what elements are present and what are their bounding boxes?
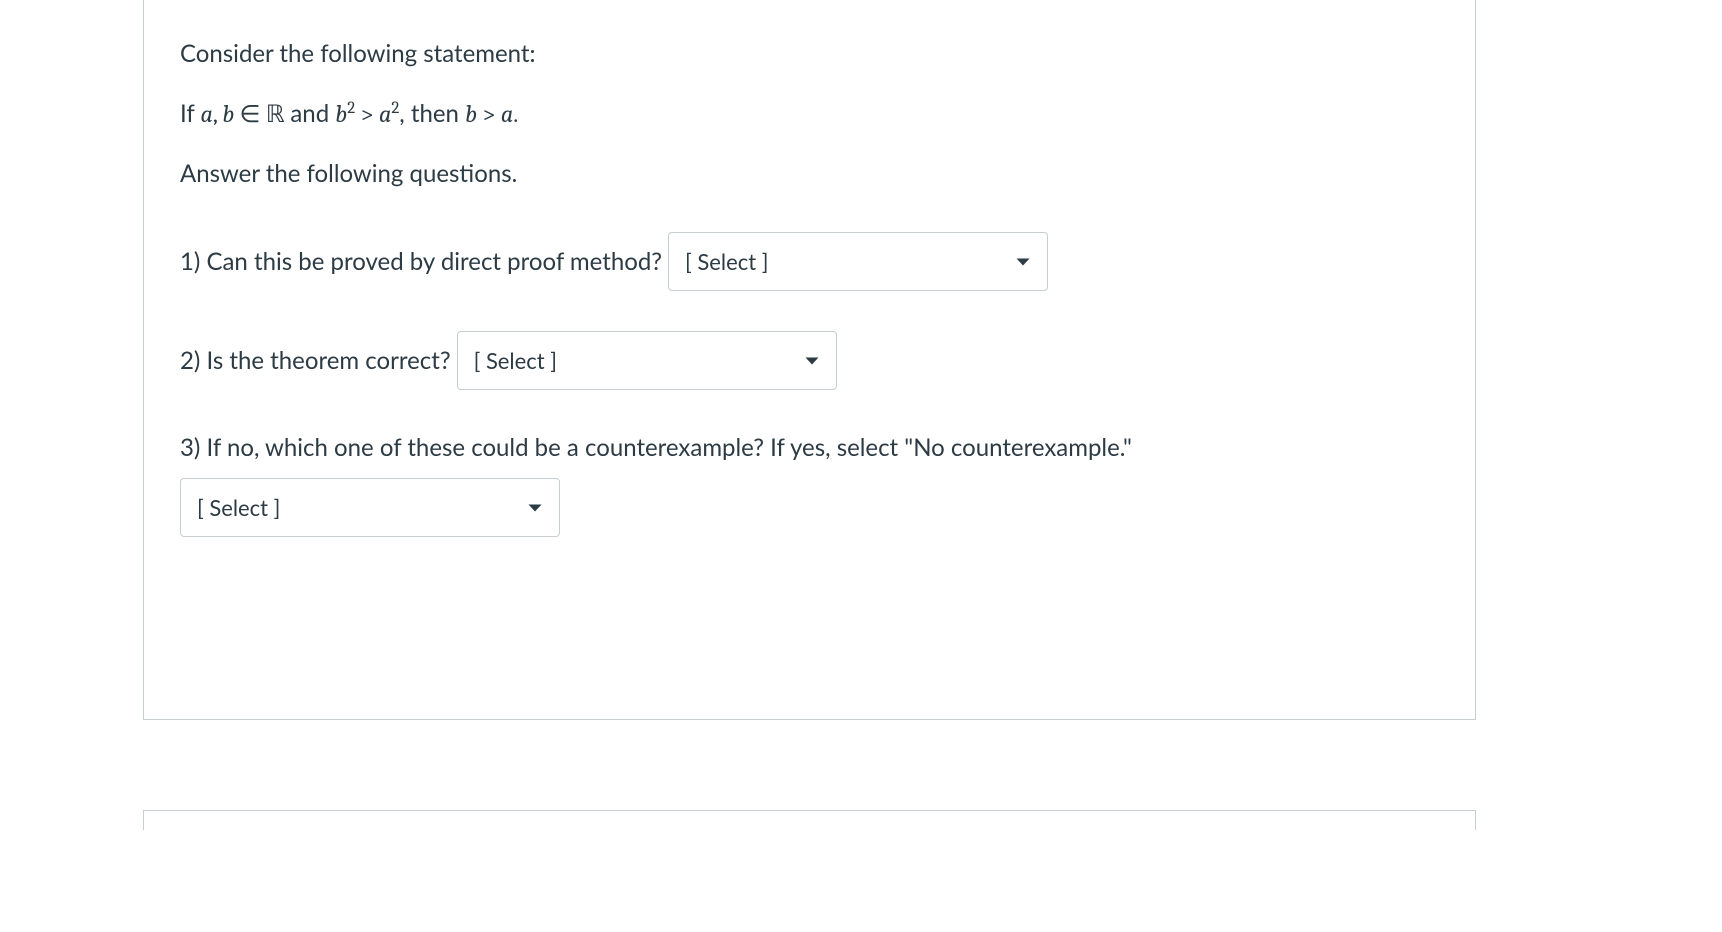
math-gt2: > bbox=[477, 100, 501, 128]
intro-line-1: Consider the following statement: bbox=[180, 36, 1439, 72]
question-card: Consider the following statement: If a , … bbox=[143, 0, 1476, 720]
page-root: Consider the following statement: If a , … bbox=[0, 0, 1722, 932]
question-3-select-placeholder: [ Select ] bbox=[197, 491, 507, 524]
question-1-select[interactable]: [ Select ] bbox=[668, 232, 1048, 291]
math-b2: b bbox=[335, 100, 347, 128]
math-b3: b bbox=[465, 100, 477, 128]
next-card-peek bbox=[143, 810, 1476, 830]
theorem-line: If a, b ∈ ℝ and b2 > a2, then b > a. bbox=[180, 96, 1439, 132]
chevron-down-icon bbox=[527, 500, 543, 516]
math-a2: a bbox=[379, 100, 391, 128]
math-in: ∈ bbox=[234, 100, 265, 128]
math-comma: , bbox=[213, 100, 222, 128]
question-1-label: 1) Can this be proved by direct proof me… bbox=[180, 244, 662, 280]
intro-line-3: Answer the following questions. bbox=[180, 156, 1439, 192]
math-R: ℝ bbox=[266, 100, 285, 128]
question-1-select-placeholder: [ Select ] bbox=[685, 245, 995, 278]
math-b: b bbox=[222, 100, 234, 128]
question-3-label: 3) If no, which one of these could be a … bbox=[180, 430, 1439, 466]
theorem-text: If bbox=[180, 99, 200, 128]
math-gt1: > bbox=[355, 100, 379, 128]
theorem-then: , then bbox=[399, 99, 465, 128]
question-3-select[interactable]: [ Select ] bbox=[180, 478, 560, 537]
statement-block: Consider the following statement: If a , … bbox=[180, 36, 1439, 192]
question-3-row: 3) If no, which one of these could be a … bbox=[180, 430, 1439, 537]
math-sq1: 2 bbox=[347, 99, 355, 118]
chevron-down-icon bbox=[1015, 254, 1031, 270]
question-2-label: 2) Is the theorem correct? bbox=[180, 343, 451, 379]
question-1-row: 1) Can this be proved by direct proof me… bbox=[180, 232, 1439, 291]
chevron-down-icon bbox=[804, 353, 820, 369]
math-a3: a bbox=[501, 100, 513, 128]
question-2-select[interactable]: [ Select ] bbox=[457, 331, 837, 390]
theorem-and: and bbox=[284, 99, 335, 128]
question-2-row: 2) Is the theorem correct? [ Select ] bbox=[180, 331, 1439, 390]
math-a: a bbox=[200, 100, 212, 128]
question-2-select-placeholder: [ Select ] bbox=[474, 344, 784, 377]
math-period: . bbox=[513, 100, 518, 128]
